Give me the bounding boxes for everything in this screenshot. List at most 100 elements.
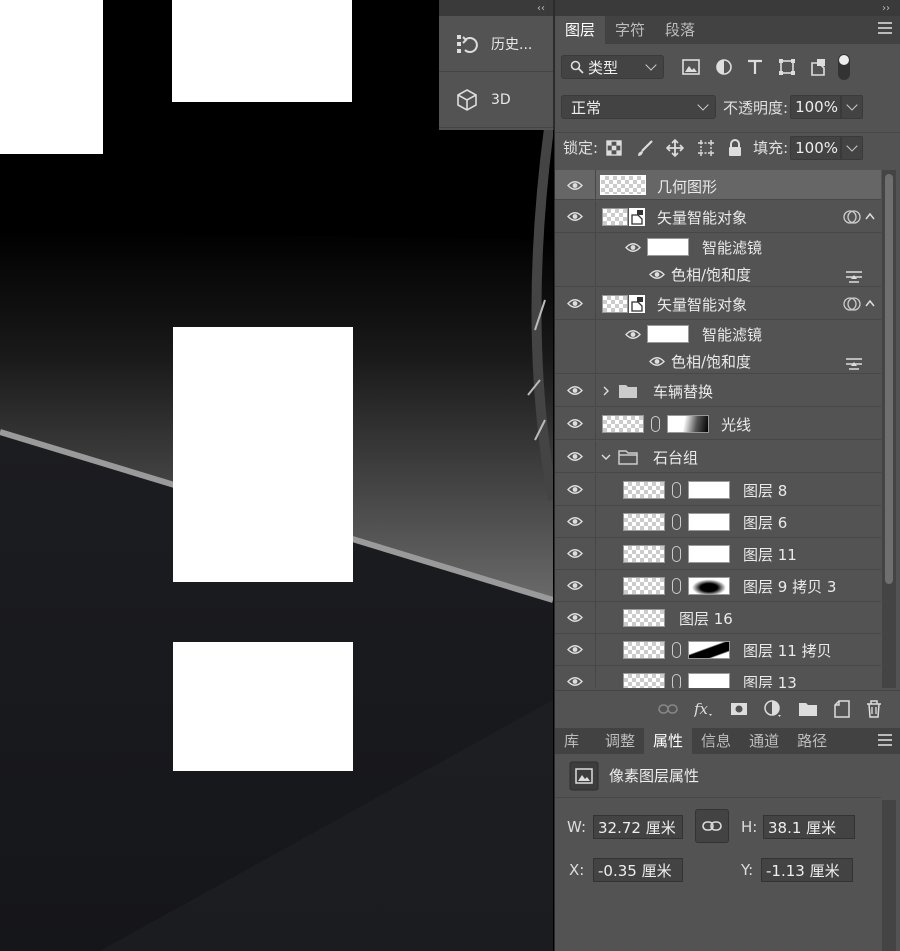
properties-menu-icon[interactable] (878, 734, 892, 746)
layer-row-group-platform[interactable]: 石台组 (555, 441, 881, 473)
tab-info[interactable]: 信息 (692, 728, 740, 754)
chevron-right-icon[interactable] (602, 386, 610, 396)
layer-row-smart-object[interactable]: 矢量智能对象 (555, 201, 881, 233)
blend-mode-select[interactable]: 正常 (561, 95, 716, 119)
layer-row[interactable]: 图层 11 拷贝 (555, 634, 881, 666)
lock-image-pixels-icon[interactable] (636, 139, 654, 157)
visibility-eye-icon[interactable] (567, 180, 583, 191)
link-layers-icon[interactable] (658, 703, 678, 715)
visibility-eye-icon[interactable] (625, 242, 641, 253)
visibility-eye-icon[interactable] (625, 329, 641, 340)
layer-row[interactable]: 图层 8 (555, 474, 881, 506)
filter-blending-options-icon[interactable] (845, 356, 863, 370)
opacity-input[interactable]: 100% (790, 95, 842, 119)
tab-layers[interactable]: 图层 (555, 16, 606, 44)
lock-all-icon[interactable] (727, 138, 743, 157)
link-dimensions-button[interactable] (695, 809, 729, 843)
layer-row-group-vehicle[interactable]: 车辆替换 (555, 375, 881, 407)
visibility-eye-icon[interactable] (567, 211, 583, 222)
3d-panel-button[interactable]: 3D (439, 72, 553, 128)
visibility-eye-icon[interactable] (567, 644, 583, 655)
type-filter-icon[interactable] (747, 59, 763, 75)
document-canvas[interactable] (0, 0, 553, 951)
chevron-up-icon[interactable] (865, 212, 875, 220)
new-group-folder-icon[interactable] (798, 701, 818, 717)
layer-row-geometry[interactable]: 几何图形 (555, 170, 881, 200)
new-layer-icon[interactable] (834, 699, 850, 718)
dock-collapse-button[interactable]: ‹‹ (439, 0, 553, 16)
layer-row[interactable]: 图层 11 (555, 538, 881, 570)
layer-row[interactable]: 图层 13 (555, 666, 881, 688)
visibility-eye-icon[interactable] (567, 298, 583, 309)
mask-link-icon[interactable] (672, 642, 681, 658)
smart-object-filter-icon[interactable] (810, 58, 826, 76)
tab-libraries[interactable]: 库 (555, 728, 588, 754)
layer-row-smart-object[interactable]: 矢量智能对象 (555, 288, 881, 320)
filter-toggle[interactable] (838, 54, 850, 80)
adjustment-filter-icon[interactable] (715, 58, 733, 76)
visibility-eye-icon[interactable] (649, 269, 665, 280)
visibility-eye-icon[interactable] (567, 451, 583, 462)
layer-row-smart-filters[interactable]: 智能滤镜 (555, 233, 881, 261)
trash-icon[interactable] (866, 699, 882, 718)
mask-link-icon[interactable] (651, 416, 660, 432)
adjustment-layer-icon[interactable] (764, 699, 782, 718)
tab-character[interactable]: 字符 (605, 16, 655, 44)
visibility-eye-icon[interactable] (567, 516, 583, 527)
panel-menu-icon[interactable] (878, 22, 892, 34)
lock-position-icon[interactable] (666, 138, 685, 157)
properties-title: 像素图层属性 (609, 767, 700, 785)
mask-link-icon[interactable] (672, 674, 681, 688)
mask-link-icon[interactable] (672, 514, 681, 530)
tab-paragraph[interactable]: 段落 (655, 16, 705, 44)
visibility-eye-icon[interactable] (567, 385, 583, 396)
y-input[interactable]: -1.13 厘米 (761, 858, 853, 882)
fill-slider-button[interactable] (841, 135, 864, 160)
fill-input[interactable]: 100% (790, 135, 842, 160)
layers-scrollbar[interactable] (882, 170, 896, 688)
shape-filter-icon[interactable] (778, 58, 796, 76)
tab-channels[interactable]: 通道 (740, 728, 788, 754)
layer-name: 车辆替换 (653, 383, 714, 401)
smart-filter-effects-icon[interactable] (843, 296, 861, 312)
x-input[interactable]: -0.35 厘米 (593, 858, 683, 882)
tab-adjustments[interactable]: 调整 (596, 728, 644, 754)
opacity-slider-button[interactable] (841, 95, 864, 119)
width-input[interactable]: 32.72 厘米 (593, 815, 683, 839)
tab-paths[interactable]: 路径 (788, 728, 836, 754)
visibility-eye-icon[interactable] (567, 580, 583, 591)
panel-collapse-button[interactable]: ›› (555, 0, 900, 16)
filter-blending-options-icon[interactable] (845, 269, 863, 283)
mask-link-icon[interactable] (672, 482, 681, 498)
mask-link-icon[interactable] (672, 546, 681, 562)
mask-link-icon[interactable] (672, 578, 681, 594)
add-mask-icon[interactable] (730, 702, 748, 716)
chevron-down-icon[interactable] (601, 453, 611, 461)
image-filter-icon[interactable] (682, 59, 700, 75)
layer-row[interactable]: 图层 6 (555, 506, 881, 538)
visibility-eye-icon[interactable] (649, 356, 665, 367)
layer-name: 智能滤镜 (702, 239, 763, 257)
layer-row[interactable]: 图层 16 (555, 602, 881, 634)
visibility-eye-icon[interactable] (567, 676, 583, 687)
smart-filter-effects-icon[interactable] (843, 209, 861, 225)
scrollbar-thumb[interactable] (885, 174, 893, 584)
fx-icon[interactable]: fx (694, 700, 714, 718)
lock-artboard-icon[interactable] (697, 139, 715, 157)
layer-row-light[interactable]: 光线 (555, 408, 881, 440)
height-input[interactable]: 38.1 厘米 (763, 815, 855, 839)
layer-row-smart-filters[interactable]: 智能滤镜 (555, 320, 881, 348)
lock-transparent-pixels-icon[interactable] (606, 139, 622, 156)
filter-kind-select[interactable]: 类型 (561, 55, 664, 79)
layer-row-hue-saturation[interactable]: 色相/饱和度 (555, 261, 881, 287)
layer-row[interactable]: 图层 9 拷贝 3 (555, 570, 881, 602)
visibility-eye-icon[interactable] (567, 548, 583, 559)
layer-row-hue-saturation[interactable]: 色相/饱和度 (555, 348, 881, 374)
visibility-eye-icon[interactable] (567, 484, 583, 495)
visibility-eye-icon[interactable] (567, 418, 583, 429)
visibility-eye-icon[interactable] (567, 612, 583, 623)
chevron-up-icon[interactable] (865, 299, 875, 307)
history-panel-button[interactable]: 历史... (439, 16, 553, 72)
properties-scrollbar[interactable] (882, 800, 896, 951)
tab-properties[interactable]: 属性 (644, 728, 693, 754)
